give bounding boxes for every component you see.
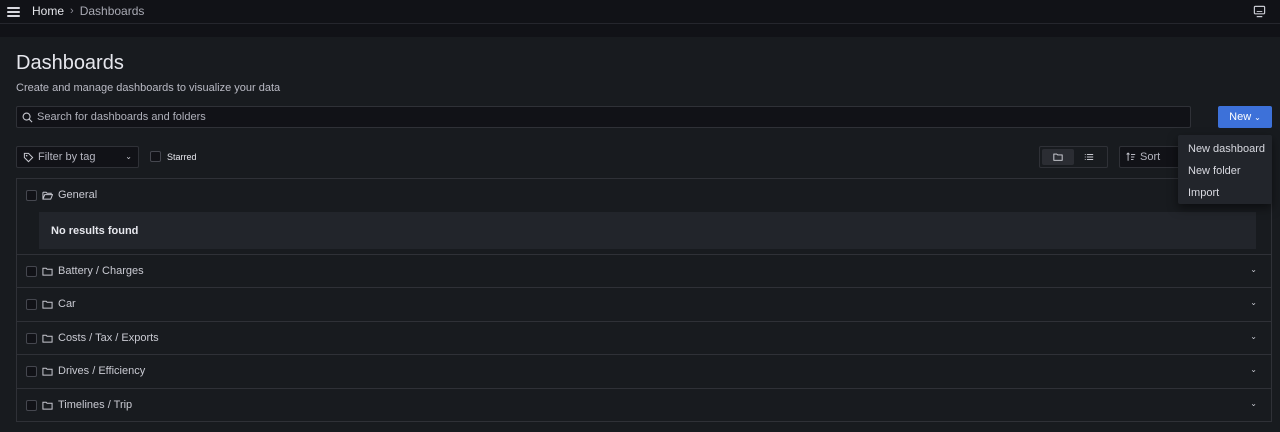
folder-label: Car <box>58 298 76 310</box>
folder-icon <box>42 334 53 343</box>
folder-checkbox[interactable] <box>26 333 37 344</box>
folder-icon <box>42 367 53 376</box>
filter-by-tag-label: Filter by tag <box>38 151 96 163</box>
folder-row-timelines-trip[interactable]: Timelines / Trip ⌄ <box>17 389 1271 422</box>
list-view-button[interactable] <box>1074 149 1106 165</box>
folder-checkbox[interactable] <box>26 299 37 310</box>
folder-row-general[interactable]: General No results found <box>17 179 1271 255</box>
chevron-down-icon[interactable]: ⌄ <box>1250 365 1257 374</box>
menu-item-import[interactable]: Import <box>1178 182 1272 204</box>
page-title: Dashboards <box>16 52 124 74</box>
chevron-down-icon[interactable]: ⌄ <box>1250 265 1257 274</box>
list-icon <box>1085 154 1094 160</box>
folder-label: General <box>58 189 98 201</box>
no-results-message: No results found <box>39 212 1256 249</box>
breadcrumb-home[interactable]: Home <box>32 4 64 18</box>
header-gap <box>0 25 1280 37</box>
breadcrumb: Home › Dashboards <box>32 4 144 18</box>
folder-icon <box>42 267 53 276</box>
folder-icon <box>1053 153 1063 161</box>
folder-icon <box>42 401 53 410</box>
folder-row-car[interactable]: Car ⌄ <box>17 288 1271 322</box>
top-bar: Home › Dashboards <box>0 0 1280 24</box>
page-subtitle: Create and manage dashboards to visualiz… <box>16 82 281 94</box>
tag-icon <box>23 152 34 162</box>
starred-label: Starred <box>167 151 197 162</box>
folder-label: Battery / Charges <box>58 265 144 277</box>
starred-checkbox[interactable] <box>150 151 161 162</box>
breadcrumb-current: Dashboards <box>79 4 145 18</box>
monitor-icon[interactable] <box>1253 5 1266 18</box>
sort-label: Sort <box>1140 151 1161 163</box>
breadcrumb-separator: › <box>70 5 74 17</box>
folder-label: Costs / Tax / Exports <box>58 332 159 344</box>
search-box[interactable] <box>16 106 1191 128</box>
folder-open-icon <box>42 191 53 200</box>
chevron-down-icon[interactable]: ⌄ <box>1250 399 1257 408</box>
menu-item-new-dashboard[interactable]: New dashboard <box>1178 138 1272 160</box>
folder-list: General No results found Battery / Charg… <box>16 178 1272 422</box>
menu-icon[interactable] <box>6 4 22 20</box>
folder-label: Timelines / Trip <box>58 399 133 411</box>
view-toggle <box>1039 146 1108 168</box>
new-button[interactable]: New ⌄ <box>1218 106 1272 128</box>
search-input[interactable] <box>37 111 1167 123</box>
menu-item-new-folder[interactable]: New folder <box>1178 160 1272 182</box>
folder-label: Drives / Efficiency <box>58 365 146 377</box>
chevron-down-icon[interactable]: ⌄ <box>1250 332 1257 341</box>
starred-filter[interactable]: Starred <box>150 151 197 162</box>
chevron-down-icon: ⌄ <box>1254 112 1261 122</box>
folder-checkbox[interactable] <box>26 266 37 277</box>
folder-row-drives-efficiency[interactable]: Drives / Efficiency ⌄ <box>17 355 1271 389</box>
folder-view-button[interactable] <box>1042 149 1074 165</box>
folder-row-costs-tax-exports[interactable]: Costs / Tax / Exports ⌄ <box>17 322 1271 355</box>
sort-icon <box>1126 152 1136 161</box>
chevron-down-icon[interactable]: ⌄ <box>1250 298 1257 307</box>
folder-checkbox[interactable] <box>26 400 37 411</box>
folder-icon <box>42 300 53 309</box>
folder-checkbox[interactable] <box>26 190 37 201</box>
new-button-label: New <box>1229 111 1252 123</box>
folder-row-battery-charges[interactable]: Battery / Charges ⌄ <box>17 255 1271 288</box>
new-dropdown-menu: New dashboard New folder Import <box>1178 135 1272 204</box>
chevron-down-icon: ⌄ <box>125 152 132 161</box>
search-icon <box>22 112 33 122</box>
filter-by-tag-select[interactable]: Filter by tag ⌄ <box>16 146 139 168</box>
folder-checkbox[interactable] <box>26 366 37 377</box>
